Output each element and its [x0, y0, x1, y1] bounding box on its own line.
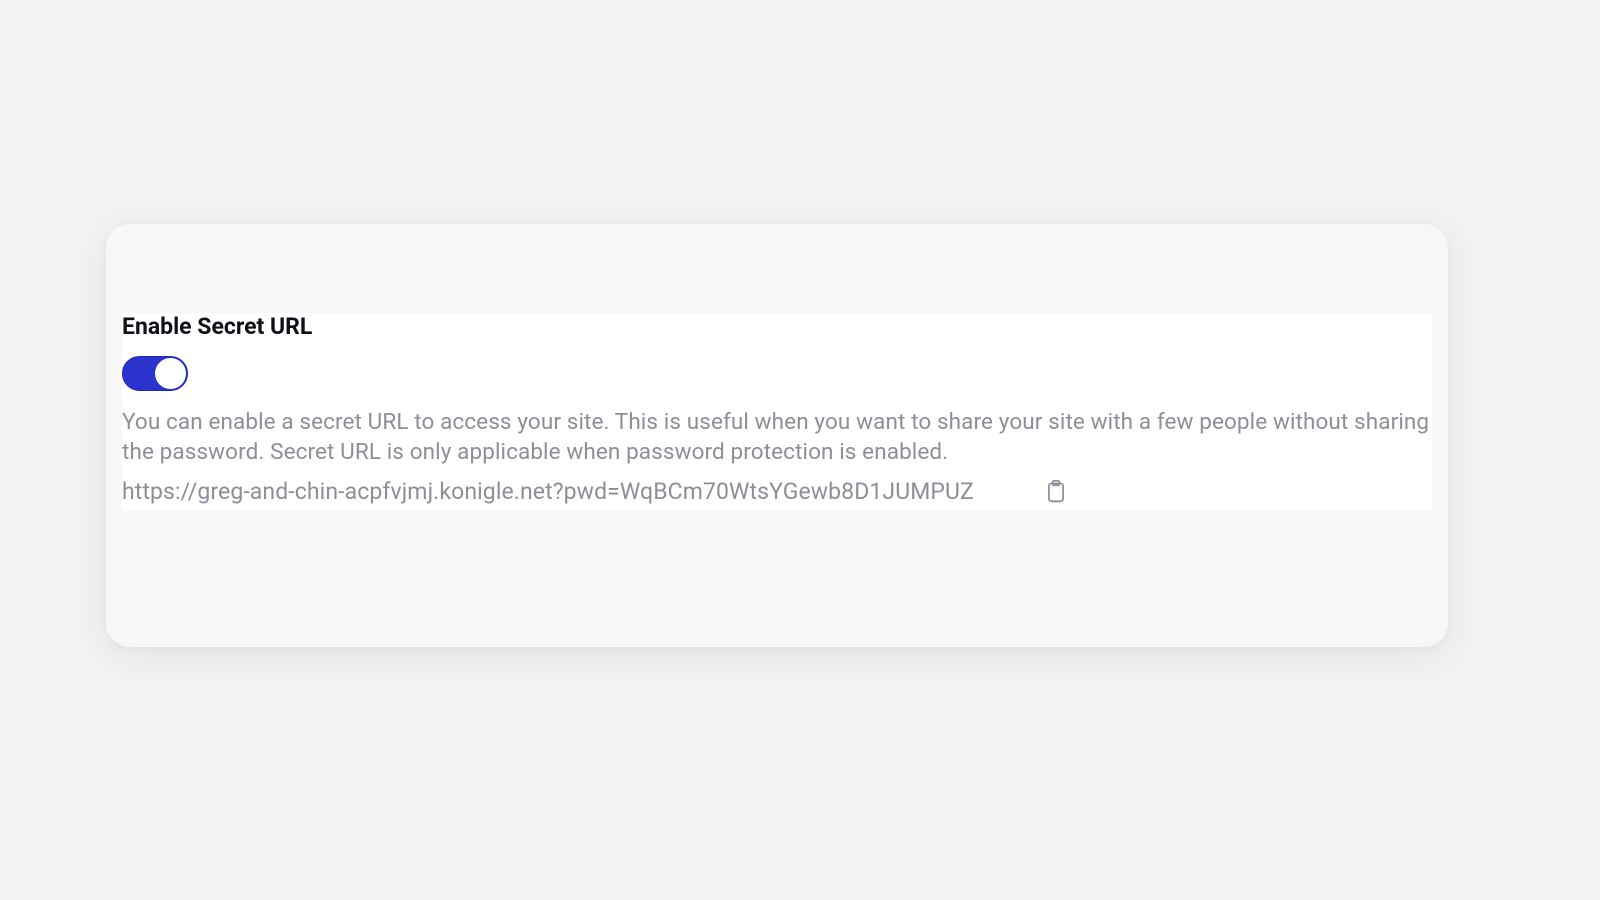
settings-card: Enable Secret URL You can enable a secre…	[106, 224, 1448, 647]
copy-url-button[interactable]	[1044, 479, 1068, 503]
enable-secret-url-toggle[interactable]	[122, 356, 188, 391]
section-description: You can enable a secret URL to access yo…	[122, 407, 1432, 468]
secret-url-value: https://greg-and-chin-acpfvjmj.konigle.n…	[122, 478, 974, 505]
section-title: Enable Secret URL	[122, 313, 1432, 340]
clipboard-icon	[1045, 479, 1067, 504]
secret-url-panel: Enable Secret URL You can enable a secre…	[122, 313, 1432, 511]
toggle-row	[122, 356, 1432, 391]
secret-url-row: https://greg-and-chin-acpfvjmj.konigle.n…	[122, 478, 1432, 511]
